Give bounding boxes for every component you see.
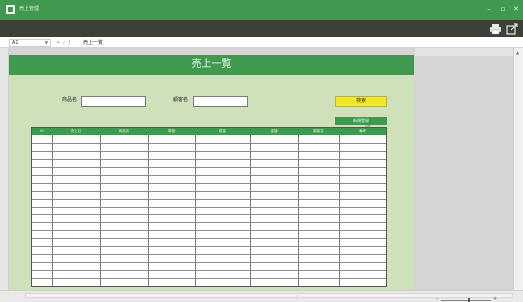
table-row: [32, 167, 386, 168]
table-row: [32, 222, 386, 223]
scroll-thumb[interactable]: ⋮: [295, 294, 299, 299]
formula-bar: A1 ▼ ✕✓ƒ 売上一覧: [0, 38, 523, 48]
table-row: [32, 238, 386, 239]
form-header: 売上一覧: [9, 55, 414, 75]
column-header-id[interactable]: ID: [32, 128, 52, 135]
ribbon-bar: [0, 20, 523, 37]
column-divider: [195, 135, 196, 286]
formula-icons: ✕✓ƒ: [56, 39, 72, 47]
column-header-strip: [415, 48, 513, 56]
column-header-amount[interactable]: 金額: [250, 128, 298, 135]
formula-value[interactable]: 売上一覧: [83, 39, 103, 47]
zoom-out-icon[interactable]: –: [436, 296, 439, 302]
share-icon[interactable]: [506, 23, 519, 35]
close-button[interactable]: ✕: [511, 3, 521, 15]
horizontal-scrollbar-area: ◂ ⋮ – +: [0, 290, 523, 302]
table-row: [32, 214, 386, 215]
zoom-slider[interactable]: – +: [436, 296, 498, 302]
column-header-qty[interactable]: 数量: [195, 128, 250, 135]
row-header-bar: [0, 48, 9, 290]
customer-name-label: 顧客名: [173, 97, 189, 103]
table-row: [32, 191, 386, 192]
table-row: [32, 278, 386, 279]
column-divider: [298, 135, 299, 286]
column-divider: [148, 135, 149, 286]
column-header-date[interactable]: 売上日: [52, 128, 100, 135]
search-button[interactable]: 検索: [335, 96, 387, 107]
table-row: [32, 183, 386, 184]
minimize-button[interactable]: –: [484, 3, 494, 15]
table-row: [32, 254, 386, 255]
column-header-price[interactable]: 単価: [148, 128, 195, 135]
chevron-down-icon[interactable]: ▼: [45, 40, 48, 46]
table-row: [32, 159, 386, 160]
sheet-area: ▲ 売上一覧 商品名 顧客名 検索 新規登録 0件 ID 売上日 商品名 単価 …: [0, 48, 523, 290]
table-row: [32, 207, 386, 208]
printer-icon[interactable]: [489, 23, 502, 35]
table-row: [32, 151, 386, 152]
sales-form: 売上一覧 商品名 顧客名 検索 新規登録 0件 ID 売上日 商品名 単価 数量…: [9, 55, 414, 290]
table-row: [32, 230, 386, 231]
column-header-note[interactable]: 備考: [339, 128, 386, 135]
product-name-input[interactable]: [81, 96, 146, 107]
vertical-scrollbar[interactable]: ▲: [513, 48, 523, 290]
column-divider: [339, 135, 340, 286]
table-row: [32, 175, 386, 176]
zoom-in-icon[interactable]: +: [493, 296, 497, 302]
column-divider: [250, 135, 251, 286]
app-window: 売上管理 – ▫ ✕ A1 ▼ ✕✓ƒ 売上一覧 ▲ 売上一覧 商品名 顧客名 …: [0, 0, 523, 302]
maximize-button[interactable]: ▫: [498, 3, 508, 15]
function-icon[interactable]: ƒ: [68, 40, 72, 46]
table-row: [32, 246, 386, 247]
table-row: [32, 199, 386, 200]
new-record-button[interactable]: 新規登録: [335, 117, 387, 125]
name-box[interactable]: A1 ▼: [9, 39, 51, 47]
table-row: [32, 270, 386, 271]
column-divider: [100, 135, 101, 286]
table-row: [32, 143, 386, 144]
table-row: [32, 262, 386, 263]
product-name-label: 商品名: [62, 97, 78, 103]
sales-table: ID 売上日 商品名 単価 数量 金額 顧客名 備考: [31, 127, 387, 287]
title-bar: 売上管理 – ▫ ✕: [0, 0, 523, 20]
customer-name-input[interactable]: [193, 96, 248, 107]
form-title: 売上一覧: [191, 59, 232, 70]
zoom-knob[interactable]: [468, 298, 470, 302]
column-header-product[interactable]: 商品名: [100, 128, 148, 135]
app-icon: [6, 5, 15, 14]
column-divider: [52, 135, 53, 286]
scroll-up-icon[interactable]: ▲: [516, 50, 519, 55]
column-header-customer[interactable]: 顧客名: [298, 128, 339, 135]
table-header-row: ID 売上日 商品名 単価 数量 金額 顧客名 備考: [32, 128, 386, 135]
zoom-track: [441, 300, 491, 301]
window-title: 売上管理: [19, 6, 40, 12]
cell-reference: A1: [12, 40, 19, 46]
